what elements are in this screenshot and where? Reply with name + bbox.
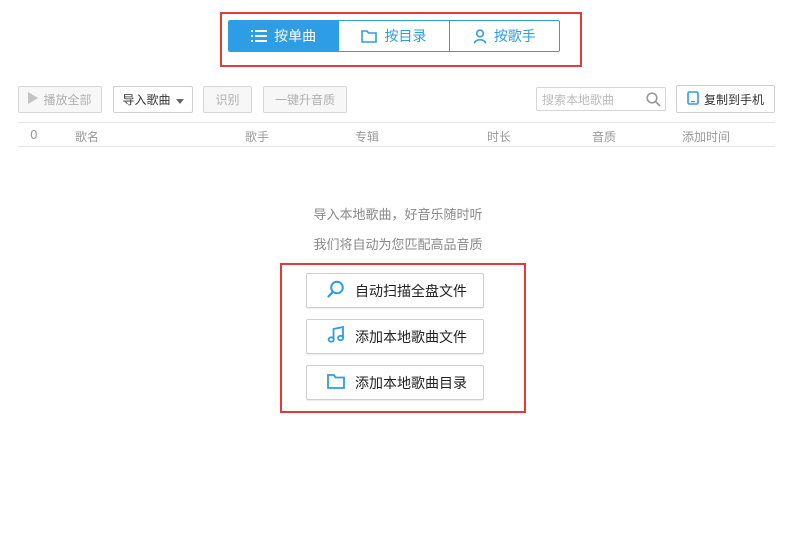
- scan-all-disks-label: 自动扫描全盘文件: [355, 283, 467, 300]
- song-table-header: 0 歌名 歌手 专辑 时长 音质 添加时间: [18, 122, 775, 147]
- column-header-quality[interactable]: 音质: [592, 128, 616, 145]
- add-song-files-label: 添加本地歌曲文件: [355, 329, 467, 346]
- add-song-files-button[interactable]: 添加本地歌曲文件: [306, 319, 484, 354]
- search-icon[interactable]: [646, 92, 661, 111]
- folder-icon: [361, 29, 378, 43]
- upgrade-quality-button[interactable]: 一键升音质: [263, 86, 347, 113]
- list-icon: [251, 29, 268, 43]
- column-header-duration[interactable]: 时长: [487, 128, 511, 145]
- empty-state-line-2: 我们将自动为您匹配高品音质: [313, 238, 483, 253]
- view-mode-tabs: 按单曲 按目录 按歌手: [228, 20, 560, 52]
- tab-by-song[interactable]: 按单曲: [229, 21, 339, 51]
- column-header-album[interactable]: 专辑: [355, 128, 379, 145]
- play-all-label: 播放全部: [43, 93, 92, 107]
- upgrade-quality-label: 一键升音质: [274, 93, 335, 107]
- copy-to-phone-button[interactable]: 复制到手机: [676, 85, 775, 113]
- play-all-button[interactable]: 播放全部: [18, 86, 102, 113]
- column-header-name[interactable]: 歌名: [75, 128, 99, 145]
- search-input[interactable]: [542, 91, 642, 108]
- tab-label: 按歌手: [493, 29, 536, 45]
- copy-to-phone-label: 复制到手机: [703, 92, 764, 107]
- add-song-folder-label: 添加本地歌曲目录: [355, 375, 467, 392]
- identify-button[interactable]: 识别: [203, 86, 252, 113]
- add-song-folder-button[interactable]: 添加本地歌曲目录: [306, 365, 484, 400]
- tab-by-artist[interactable]: 按歌手: [448, 21, 559, 51]
- song-count: 0: [30, 128, 38, 142]
- music-note-icon: [327, 325, 345, 348]
- column-header-artist[interactable]: 歌手: [245, 128, 269, 145]
- identify-label: 识别: [215, 93, 240, 107]
- tab-label: 按目录: [384, 29, 427, 45]
- empty-state-line-1: 导入本地歌曲，好音乐随时听: [313, 208, 483, 223]
- caret-down-icon: [175, 93, 184, 107]
- search-icon: [327, 280, 345, 302]
- local-music-page: 按单曲 按目录 按歌手 播放全部 导入歌曲 识别 一键升音质 搜索本地歌曲 复制…: [0, 0, 796, 543]
- tab-label: 按单曲: [274, 29, 317, 45]
- user-icon: [473, 28, 487, 44]
- import-songs-label: 导入歌曲: [122, 93, 171, 107]
- scan-all-disks-button[interactable]: 自动扫描全盘文件: [306, 273, 484, 308]
- play-icon: [28, 92, 39, 107]
- tab-by-folder[interactable]: 按目录: [338, 21, 449, 51]
- search-box: [536, 87, 666, 111]
- folder-icon: [327, 373, 345, 393]
- import-songs-dropdown[interactable]: 导入歌曲: [113, 86, 193, 113]
- phone-icon: [687, 90, 699, 108]
- column-header-added-time[interactable]: 添加时间: [682, 128, 730, 145]
